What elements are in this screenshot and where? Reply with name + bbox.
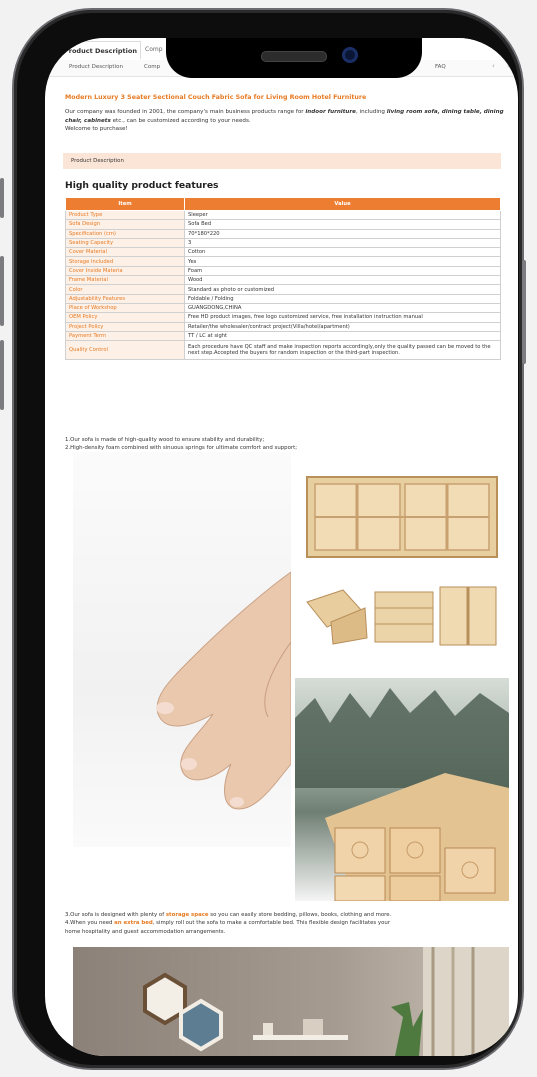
spec-row: Sofa Design Sofa Bed xyxy=(65,219,501,230)
spec-key: Project Policy xyxy=(65,321,185,332)
spec-row: Seating Capacity 3 xyxy=(65,237,501,249)
power-button xyxy=(522,260,526,364)
spec-row: Frame Material Wood xyxy=(65,275,501,286)
volume-down-button xyxy=(0,340,4,410)
wood-frame-illustration xyxy=(306,476,498,646)
spec-key: Quality Control xyxy=(65,340,185,361)
spec-row: Cover Inside Materia Foam xyxy=(65,265,501,277)
spec-row: Payment Term TT / LC at sight xyxy=(65,330,501,342)
spec-key: Place of Workshop xyxy=(65,302,185,314)
tab-company[interactable]: Comp xyxy=(145,46,163,53)
note-part: so you can easily store bedding, pillows… xyxy=(208,912,392,918)
nav-prev-icon[interactable]: ‹ xyxy=(492,62,495,70)
intro-part: , including xyxy=(355,109,387,115)
spec-key: Frame Material xyxy=(65,275,185,286)
room-illustration xyxy=(143,947,509,1056)
hand-illustration xyxy=(156,571,291,810)
intro-welcome: Welcome to purchase! xyxy=(65,126,128,133)
spec-key: Product Type xyxy=(65,209,185,221)
spec-key: Storage Included xyxy=(65,256,185,267)
note-line: 4.When you need an extra bed, simply rol… xyxy=(65,919,505,927)
intro-part: etc., can be customized according to you… xyxy=(110,117,251,124)
spec-key: Cover Inside Materia xyxy=(65,265,185,277)
nav-item-company[interactable]: Comp xyxy=(144,64,160,70)
section-bar: Product Description xyxy=(63,153,501,169)
spec-header-value: Value xyxy=(184,197,501,211)
spec-value: GUANGDONG,CHINA xyxy=(184,302,501,314)
spec-key: Sofa Design xyxy=(65,219,185,230)
note-line: home hospitality and guest accommodation… xyxy=(65,928,226,935)
spec-value: Foam xyxy=(184,265,501,277)
note-line: 3.Our sofa is designed with plenty of st… xyxy=(65,911,505,919)
nav-next-icon[interactable]: › xyxy=(507,62,510,70)
feature-notes-2: 3.Our sofa is designed with plenty of st… xyxy=(65,911,505,936)
section-title: High quality product features xyxy=(65,180,219,191)
nav-item-product-description[interactable]: Product Description xyxy=(69,64,123,70)
spec-key: Adjustability Features xyxy=(65,293,185,304)
intro-highlight: indoor furniture xyxy=(305,109,356,115)
spec-key: Color xyxy=(65,284,185,295)
screen: Product Description Comp Product Descrip… xyxy=(45,38,518,1056)
spec-row: Cover Material Cotton xyxy=(65,247,501,258)
product-title: Modern Luxury 3 Seater Sectional Couch F… xyxy=(65,94,367,101)
spec-value: Free HD product images, free logo custom… xyxy=(184,312,501,323)
room-shelves-image xyxy=(73,947,509,1056)
wood-frame-image xyxy=(295,452,509,671)
spec-row: OEM Policy Free HD product images, free l… xyxy=(65,312,501,323)
spec-row: Storage Included Yes xyxy=(65,256,501,267)
spec-key: Payment Term xyxy=(65,330,185,342)
spec-value: Foldable / Folding xyxy=(184,293,501,304)
wood-beams-illustration xyxy=(295,688,509,901)
spec-row: Adjustability Features Foldable / Folding xyxy=(65,293,501,304)
mute-switch xyxy=(0,178,4,218)
spec-row: Quality Control Each procedure have QC st… xyxy=(65,340,501,361)
spec-value: 70*180*220 xyxy=(184,228,501,239)
notch xyxy=(166,38,422,78)
camera-icon xyxy=(342,47,358,63)
note-part: 4.When you need xyxy=(65,920,115,927)
page-content: Product Description Comp Product Descrip… xyxy=(45,38,518,1056)
tab-product-description[interactable]: Product Description xyxy=(53,41,141,59)
spec-value: Sleeper xyxy=(184,209,501,221)
spec-header-item: Item xyxy=(65,197,185,211)
wood-beams-image xyxy=(295,678,509,901)
phone-frame: Product Description Comp Product Descrip… xyxy=(0,10,526,1068)
spec-value: Each procedure have QC staff and make in… xyxy=(184,340,501,361)
intro-part: Our company was founded in 2001, the com… xyxy=(65,109,306,115)
spec-row: Project Policy Retailer/the wholesaler/co… xyxy=(65,321,501,332)
note-line: 1.Our sofa is made of high-quality wood … xyxy=(65,437,265,443)
spec-value: Sofa Bed xyxy=(184,219,501,230)
note-part: , simply roll out the sofa to make a com… xyxy=(152,920,391,927)
spec-key: Seating Capacity xyxy=(65,237,185,249)
spec-row: Place of Workshop GUANGDONG,CHINA xyxy=(65,302,501,314)
spec-value: 3 xyxy=(184,237,501,249)
spec-key: OEM Policy xyxy=(65,312,185,323)
spec-value: Retailer/the wholesaler/contract project… xyxy=(184,321,501,332)
spec-key: Cover Material xyxy=(65,247,185,258)
note-highlight: storage space xyxy=(165,912,209,918)
foam-hand-image xyxy=(73,452,291,847)
spec-value: Standard as photo or customized xyxy=(184,284,501,295)
spec-key: Specification (cm) xyxy=(65,228,185,239)
feature-notes-1: 1.Our sofa is made of high-quality wood … xyxy=(65,436,505,453)
note-highlight: an extra bed xyxy=(114,920,153,927)
spec-row: Color Standard as photo or customized xyxy=(65,284,501,295)
spec-table: Item Value Product Type Sleeper Sofa Desig… xyxy=(65,197,501,361)
spec-value: Cotton xyxy=(184,247,501,258)
volume-up-button xyxy=(0,256,4,326)
intro-text: Our company was founded in 2001, the com… xyxy=(65,108,510,134)
speaker-grille xyxy=(261,51,327,62)
nav-item-faq[interactable]: FAQ xyxy=(435,64,446,70)
spec-value: Yes xyxy=(184,256,501,267)
spec-value: Wood xyxy=(184,275,501,286)
spec-row: Product Type Sleeper xyxy=(65,209,501,221)
spec-row: Specification (cm) 70*180*220 xyxy=(65,228,501,239)
spec-value: TT / LC at sight xyxy=(184,330,501,342)
note-part: 3.Our sofa is designed with plenty of xyxy=(65,912,166,918)
